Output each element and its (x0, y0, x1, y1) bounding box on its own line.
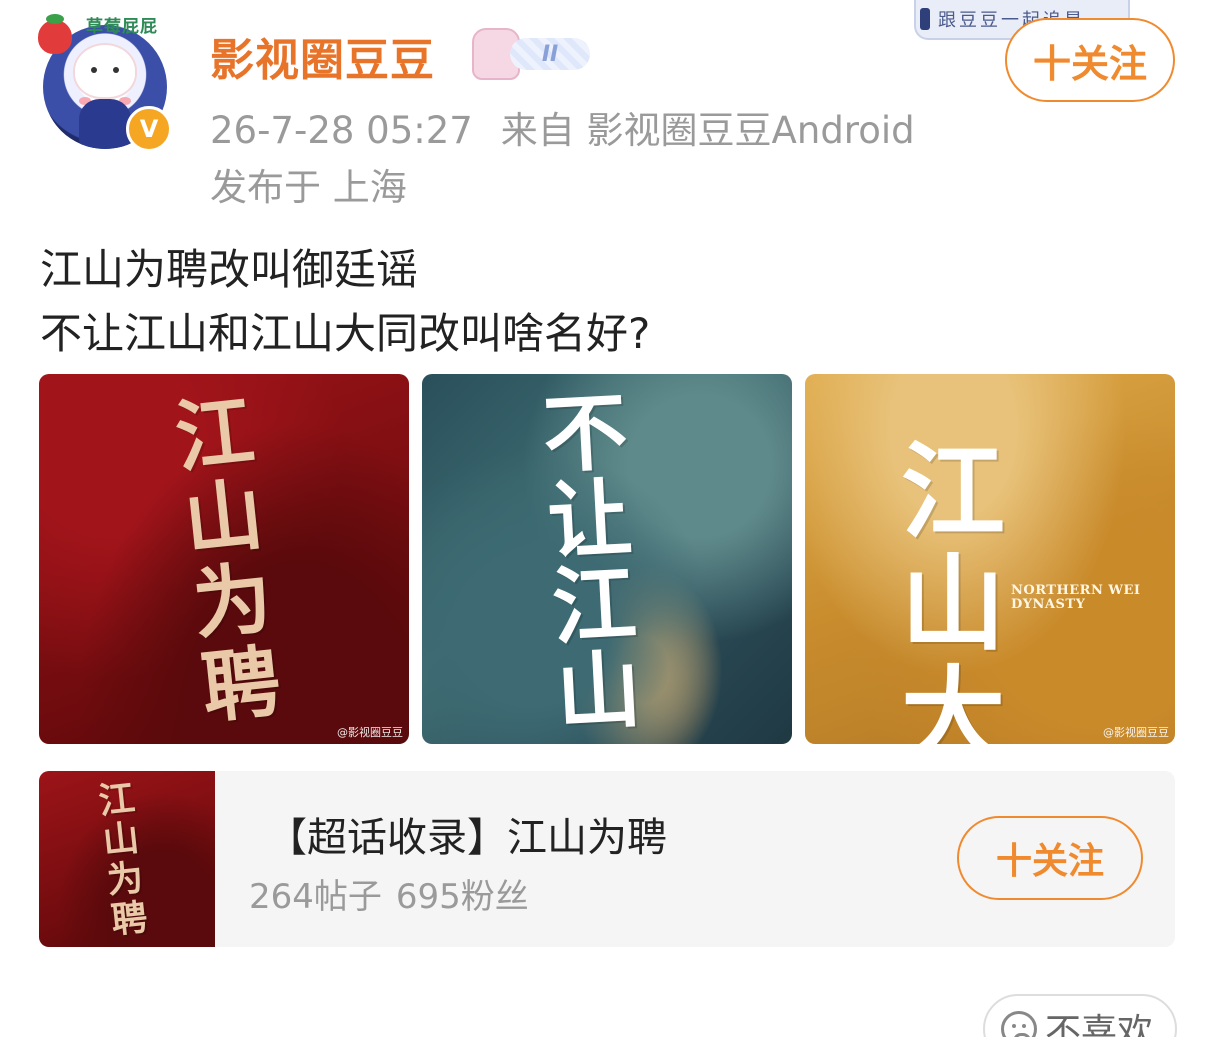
post-text-line: 江山为聘改叫御廷谣 (40, 245, 419, 294)
avatar-badge-text: 草莓屁屁 (86, 17, 158, 37)
post-image-1[interactable]: 江山为聘 @影视圈豆豆 (39, 374, 409, 744)
topic-thumbnail: 江山为聘 (39, 771, 215, 947)
post-image-3[interactable]: 江山大同 NORTHERN WEI DYNASTY @影视圈豆豆 (805, 374, 1175, 744)
post-text-line: 不让江山和江山大同改叫啥名好? (40, 309, 651, 358)
topic-post-count: 264帖子 (249, 877, 382, 917)
post-meta: 26-7-28 05:27 来自 影视圈豆豆Android (210, 100, 915, 154)
topic-title: 【超话收录】江山为聘 (267, 815, 667, 861)
post-image-2[interactable]: 不让江山 (422, 374, 792, 744)
follow-button[interactable]: 十关注 (1005, 18, 1175, 102)
topic-stats: 264帖子 695粉丝 (249, 869, 529, 918)
avatar-face (73, 43, 137, 105)
weibo-post-page: 草莓屁屁 V 影视圈豆豆 II 26-7-28 05:27 来自 影视圈豆豆And… (0, 0, 1216, 1037)
topic-thumb-calligraphy: 江山为聘 (96, 776, 150, 942)
topic-follow-button[interactable]: 十关注 (957, 816, 1143, 900)
post-location: 发布于 上海 (210, 166, 407, 209)
level-badge-label: II (510, 38, 590, 70)
image-watermark: @影视圈豆豆 (337, 726, 403, 739)
strawberry-icon (38, 14, 72, 54)
author-avatar[interactable]: 草莓屁屁 V (38, 10, 178, 152)
poster-subtitle: NORTHERN WEI DYNASTY (1011, 583, 1141, 612)
dislike-button[interactable]: 不喜欢 (983, 994, 1177, 1037)
poster-calligraphy: 不让江山 (540, 381, 644, 743)
verified-badge-icon: V (126, 106, 172, 152)
post-source[interactable]: 来自 影视圈豆豆Android (501, 109, 915, 152)
super-topic-card[interactable]: 江山为聘 【超话收录】江山为聘 264帖子 695粉丝 十关注 (39, 771, 1175, 947)
post-timestamp: 26-7-28 05:27 (210, 109, 473, 152)
poster-calligraphy: 江山为聘 (171, 385, 285, 735)
topic-fan-count: 695粉丝 (395, 877, 529, 917)
author-name[interactable]: 影视圈豆豆 (210, 24, 435, 88)
post-text: 江山为聘改叫御廷谣 不让江山和江山大同改叫啥名好? (40, 238, 1180, 366)
sad-face-icon (1001, 1011, 1037, 1037)
level-badge[interactable]: II (472, 28, 594, 80)
dislike-label: 不喜欢 (1045, 1012, 1154, 1037)
avatar-body (79, 99, 131, 149)
image-watermark: @影视圈豆豆 (1103, 726, 1169, 739)
